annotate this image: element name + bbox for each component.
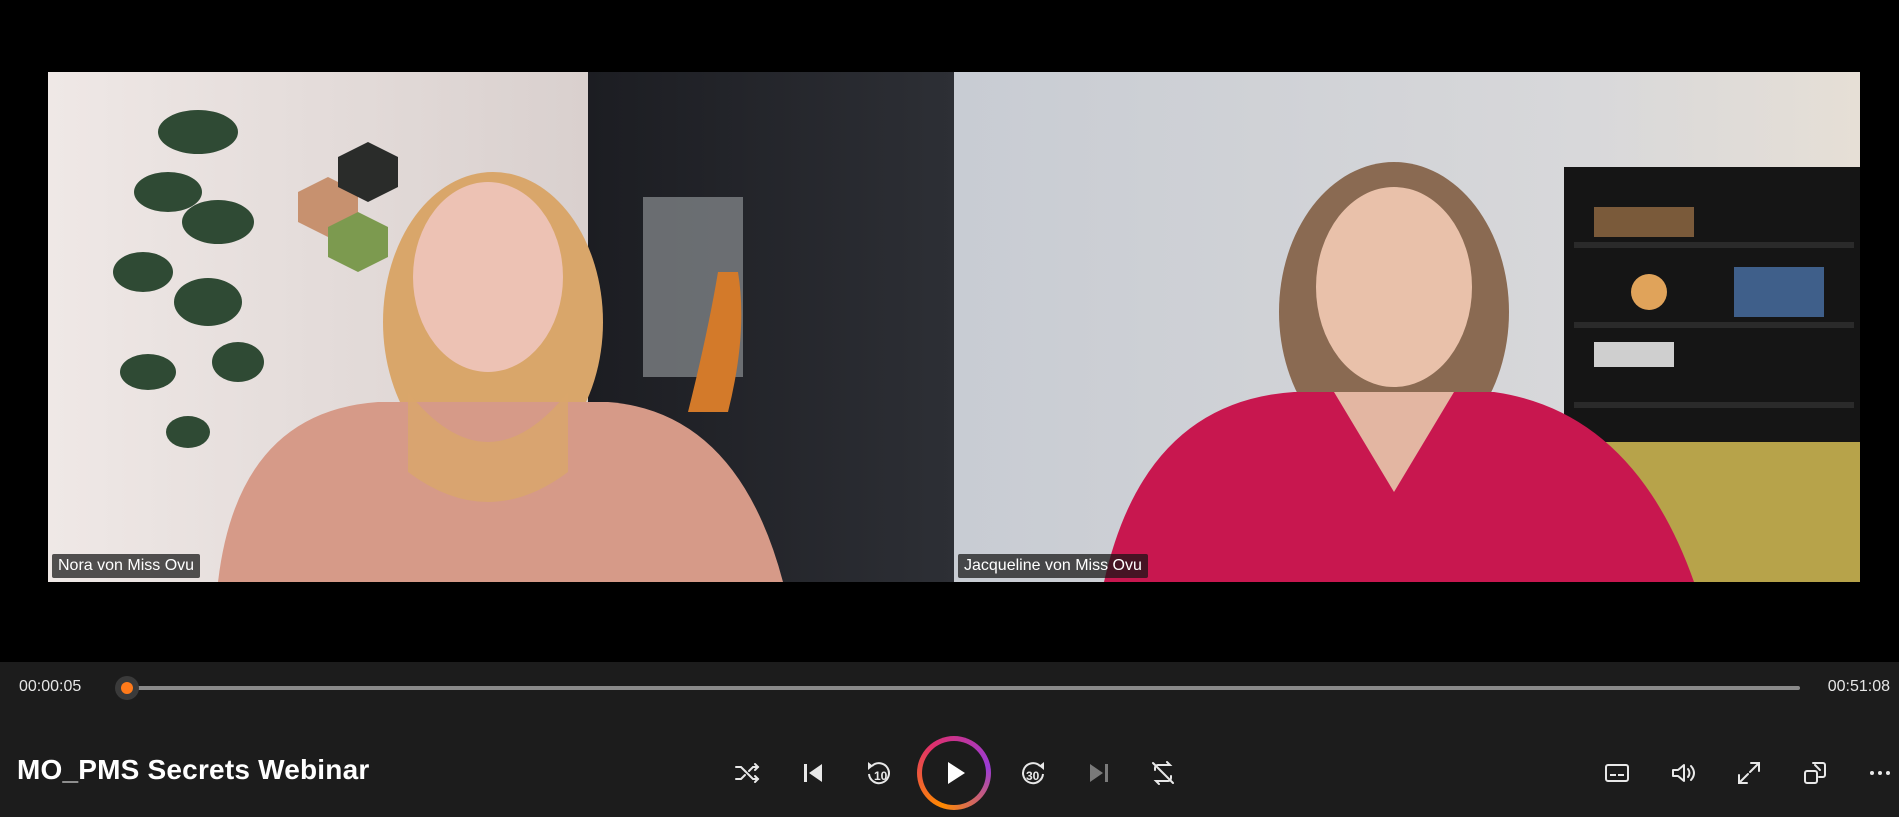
rewind-10-button[interactable]: 10 <box>857 751 901 795</box>
play-button[interactable] <box>917 736 991 810</box>
seek-thumb[interactable] <box>114 676 139 700</box>
participant-tile-left: Nora von Miss Ovu <box>48 72 954 582</box>
fullscreen-icon <box>1738 762 1760 784</box>
participant-name-tag: Jacqueline von Miss Ovu <box>958 554 1148 578</box>
forward-seconds-label: 30 <box>1026 769 1040 783</box>
previous-button[interactable] <box>791 751 835 795</box>
media-title: MO_PMS Secrets Webinar <box>17 754 370 785</box>
participant-tile-right: Jacqueline von Miss Ovu <box>954 72 1860 582</box>
skip-previous-icon <box>804 764 822 782</box>
forward-30-icon: 30 <box>1022 762 1044 785</box>
participant-name-tag: Nora von Miss Ovu <box>52 554 201 578</box>
play-icon <box>948 762 965 784</box>
seek-bar[interactable] <box>114 676 1800 700</box>
shuffle-button[interactable] <box>725 751 769 795</box>
skip-next-icon <box>1090 764 1108 782</box>
video-area[interactable]: Nora von Miss Ovu Jacqueline von Miss Ov… <box>0 0 1899 662</box>
fullscreen-button[interactable] <box>1727 751 1771 795</box>
repeat-button[interactable] <box>1141 751 1185 795</box>
shuffle-icon <box>735 763 760 783</box>
miniplayer-icon <box>1804 762 1826 784</box>
volume-icon <box>1672 764 1695 782</box>
forward-30-button[interactable]: 30 <box>1011 751 1055 795</box>
rewind-10-icon: 10 <box>868 762 890 785</box>
next-button[interactable] <box>1077 751 1121 795</box>
captions-icon <box>1605 764 1629 782</box>
repeat-off-icon <box>1152 761 1174 785</box>
miniplayer-button[interactable] <box>1793 751 1837 795</box>
total-duration: 00:51:08 <box>1827 678 1890 695</box>
video-frame-nora <box>48 72 954 582</box>
more-options-button[interactable] <box>1858 751 1899 795</box>
more-options-icon <box>1870 771 1890 775</box>
volume-button[interactable] <box>1661 751 1705 795</box>
current-time: 00:00:05 <box>19 678 82 695</box>
captions-button[interactable] <box>1595 751 1639 795</box>
rewind-seconds-label: 10 <box>874 769 888 783</box>
player-controls: 00:00:05 00:51:08 MO_PMS Secrets Webinar… <box>0 662 1899 817</box>
video-frame-jacqueline <box>954 72 1860 582</box>
